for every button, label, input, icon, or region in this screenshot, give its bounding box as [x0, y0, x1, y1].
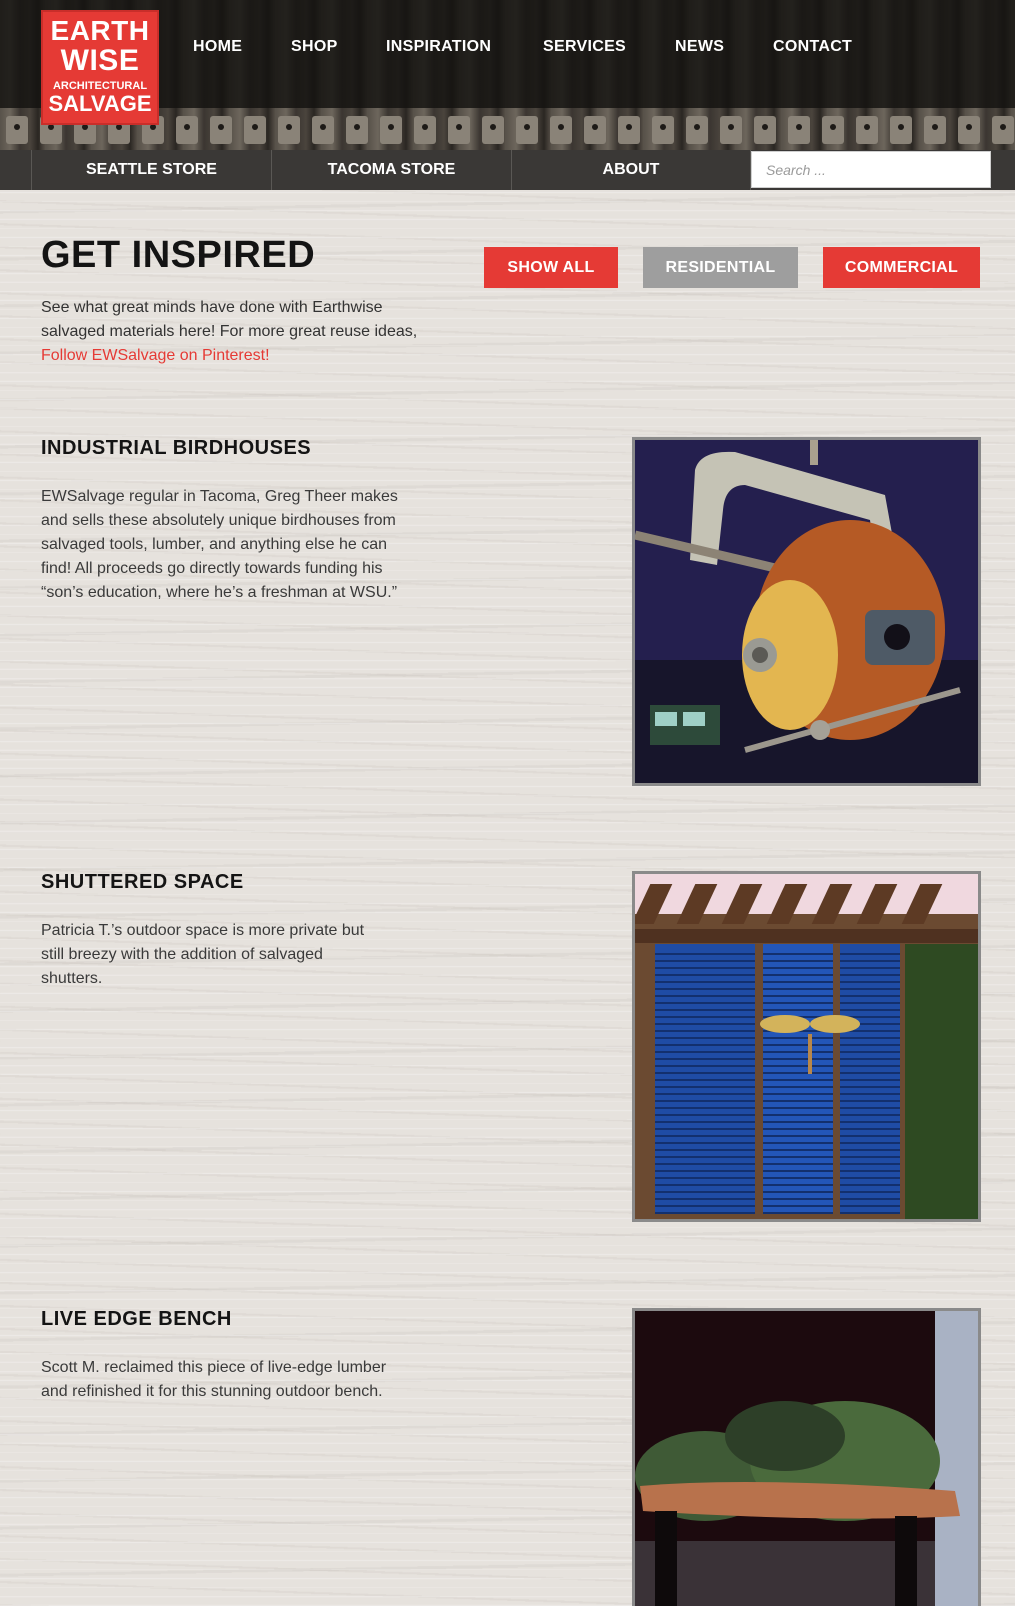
- door-plate: [584, 116, 606, 144]
- project-description: Scott M. reclaimed this piece of live-ed…: [41, 1359, 387, 1400]
- logo-line-4: SALVAGE: [48, 91, 152, 116]
- filter-commercial-button[interactable]: COMMERCIAL: [823, 247, 980, 288]
- nav-tacoma-store[interactable]: TACOMA STORE: [271, 150, 511, 190]
- search-input[interactable]: [751, 151, 991, 188]
- nav-home[interactable]: HOME: [193, 38, 242, 56]
- intro-text: See what great minds have done with Eart…: [41, 296, 431, 368]
- door-plate: [448, 116, 470, 144]
- project-description: EWSalvage regular in Tacoma, Greg Theer …: [41, 488, 398, 601]
- door-plate: [346, 116, 368, 144]
- door-plate: [550, 116, 572, 144]
- logo-line-1: EARTH: [50, 15, 150, 46]
- project-photo-shutters[interactable]: [632, 871, 981, 1222]
- filter-residential-button[interactable]: RESIDENTIAL: [643, 247, 798, 288]
- door-plate: [992, 116, 1014, 144]
- door-plate: [754, 116, 776, 144]
- door-plate: [244, 116, 266, 144]
- nav-shop[interactable]: SHOP: [291, 38, 338, 56]
- door-plate: [482, 116, 504, 144]
- door-plate: [380, 116, 402, 144]
- door-plate: [618, 116, 640, 144]
- birdhouse-image: [635, 440, 978, 783]
- nav-contact[interactable]: CONTACT: [773, 38, 852, 56]
- door-plate: [856, 116, 878, 144]
- bench-image: [635, 1311, 978, 1606]
- project-photo-birdhouse[interactable]: [632, 437, 981, 786]
- site-header: EARTH WISE ARCHITECTURAL SALVAGE HOME SH…: [0, 0, 1015, 150]
- door-plate: [652, 116, 674, 144]
- door-plate: [176, 116, 198, 144]
- intro-body: See what great minds have done with Eart…: [41, 299, 418, 340]
- door-plate: [924, 116, 946, 144]
- door-plate: [890, 116, 912, 144]
- nav-news[interactable]: NEWS: [675, 38, 724, 56]
- filter-show-all-button[interactable]: SHOW ALL: [484, 247, 618, 288]
- door-plate: [822, 116, 844, 144]
- nav-services[interactable]: SERVICES: [543, 38, 626, 56]
- door-plate: [414, 116, 436, 144]
- project-title: SHUTTERED SPACE: [41, 871, 244, 893]
- door-plate: [516, 116, 538, 144]
- project-description: Patricia T.’s outdoor space is more priv…: [41, 922, 365, 987]
- nav-seattle-store[interactable]: SEATTLE STORE: [31, 150, 271, 190]
- door-plate: [686, 116, 708, 144]
- door-plate: [278, 116, 300, 144]
- shutters-image: [635, 874, 978, 1219]
- site-logo[interactable]: EARTH WISE ARCHITECTURAL SALVAGE: [41, 10, 159, 125]
- pinterest-link[interactable]: Follow EWSalvage on Pinterest!: [41, 347, 270, 364]
- door-plate: [788, 116, 810, 144]
- project-photo-bench[interactable]: [632, 1308, 981, 1606]
- project-title: INDUSTRIAL BIRDHOUSES: [41, 437, 312, 459]
- logo-line-2: WISE: [60, 44, 140, 77]
- door-plate: [312, 116, 334, 144]
- page-title: GET INSPIRED: [41, 234, 316, 276]
- nav-inspiration[interactable]: INSPIRATION: [386, 38, 491, 56]
- door-plate: [210, 116, 232, 144]
- nav-about[interactable]: ABOUT: [511, 150, 751, 190]
- door-plate: [958, 116, 980, 144]
- door-plate: [720, 116, 742, 144]
- project-title: LIVE EDGE BENCH: [41, 1308, 232, 1330]
- door-plate: [6, 116, 28, 144]
